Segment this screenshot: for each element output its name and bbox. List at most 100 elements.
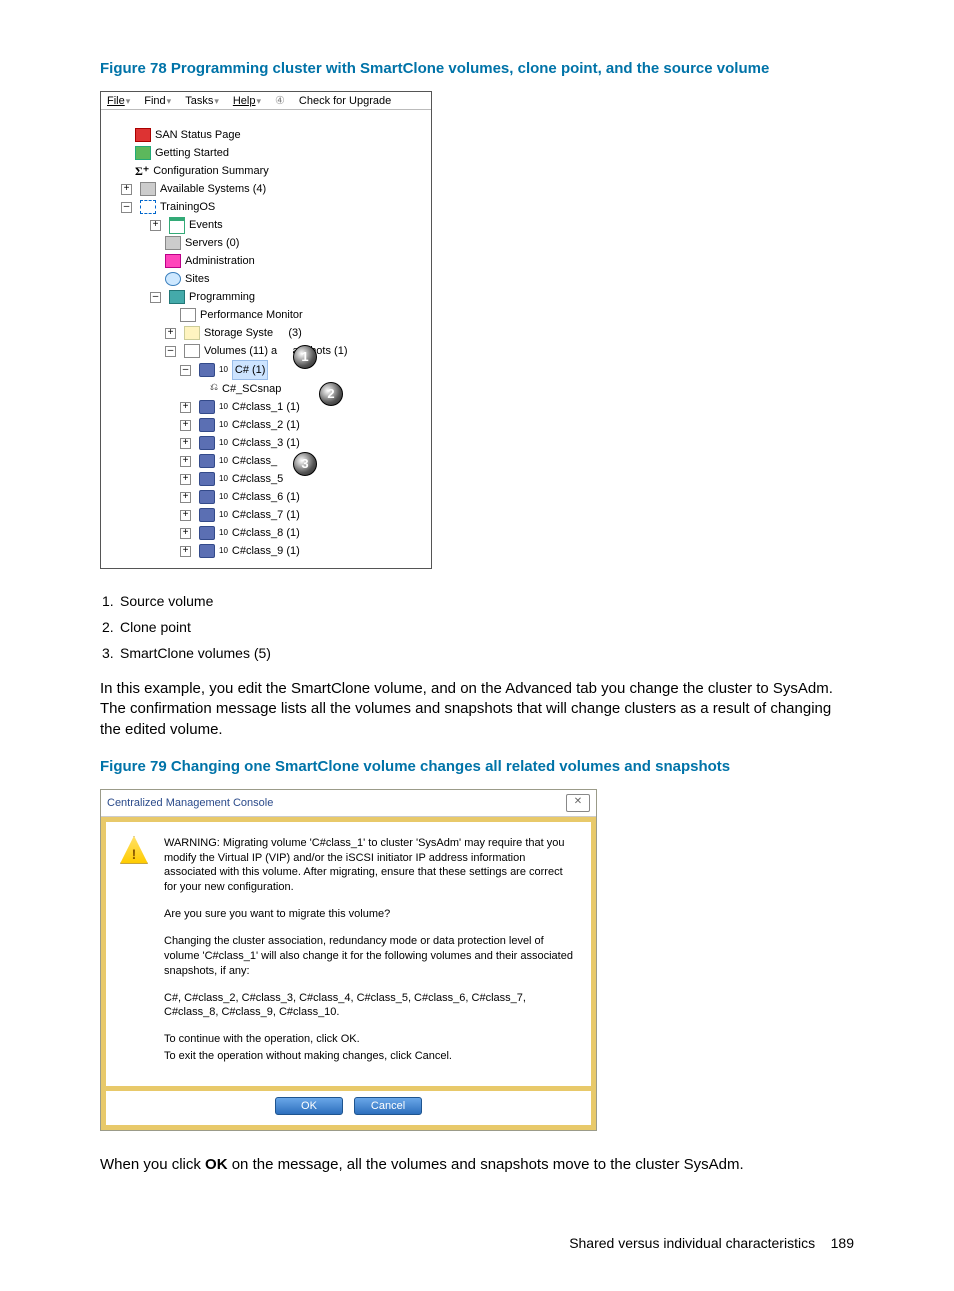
menu-help[interactable]: Help▾ [233, 95, 261, 107]
footer-label: Shared versus individual characteristics [569, 1235, 815, 1251]
legend-clone-point: Clone point [120, 619, 191, 635]
node-class4[interactable]: C#class_ [232, 452, 277, 470]
sigma-icon: Σ⁺ [135, 162, 149, 180]
dialog-p1: WARNING: Migrating volume 'C#class_1' to… [164, 836, 577, 895]
node-class7[interactable]: C#class_7 (1) [232, 506, 300, 524]
expand-toggle[interactable]: + [180, 528, 191, 539]
collapse-toggle[interactable]: – [180, 365, 191, 376]
figure78-title: Figure 78 Programming cluster with Smart… [100, 60, 854, 77]
expand-toggle[interactable]: + [180, 474, 191, 485]
dialog-p2: Are you sure you want to migrate this vo… [164, 907, 577, 922]
page-footer: Shared versus individual characteristics… [100, 1235, 854, 1251]
cluster-icon [169, 290, 185, 304]
node-san[interactable]: SAN Status Page [155, 126, 241, 144]
expand-toggle[interactable]: + [165, 328, 176, 339]
tree-view: SAN Status Page Getting Started Σ⁺Config… [101, 110, 431, 568]
figure79-title: Figure 79 Changing one SmartClone volume… [100, 758, 854, 775]
menu-find[interactable]: Find▾ [144, 95, 171, 107]
node-class9[interactable]: C#class_9 (1) [232, 542, 300, 560]
node-class8[interactable]: C#class_8 (1) [232, 524, 300, 542]
page-number: 189 [831, 1235, 854, 1251]
legend-source-volume: Source volume [120, 593, 213, 609]
volume-icon [199, 526, 215, 540]
node-programming[interactable]: Programming [189, 288, 255, 306]
dialog-p3: Changing the cluster association, redund… [164, 934, 577, 979]
node-csharp[interactable]: C# (1) [232, 360, 269, 380]
dialog-p6: To exit the operation without making cha… [164, 1049, 577, 1064]
expand-toggle[interactable]: + [121, 184, 132, 195]
ok-button[interactable]: OK [275, 1097, 343, 1115]
volume-icon [199, 400, 215, 414]
globe-icon [165, 272, 181, 286]
snapshot-icon: ⎌ [210, 380, 218, 398]
dialog-title: Centralized Management Console [107, 797, 273, 809]
arrow-icon [135, 146, 151, 160]
check-upgrade-icon: ④ [275, 94, 285, 107]
expand-toggle[interactable]: + [180, 546, 191, 557]
expand-toggle[interactable]: + [180, 438, 191, 449]
volume-icon [199, 454, 215, 468]
node-class6[interactable]: C#class_6 (1) [232, 488, 300, 506]
server-icon [165, 236, 181, 250]
house-icon [135, 128, 151, 142]
volume-icon [199, 490, 215, 504]
servers-icon [140, 182, 156, 196]
check-upgrade-label[interactable]: Check for Upgrade [299, 95, 391, 107]
volume-icon [199, 544, 215, 558]
node-events[interactable]: Events [189, 216, 223, 234]
warning-icon [120, 836, 148, 864]
node-class3[interactable]: C#class_3 (1) [232, 434, 300, 452]
collapse-toggle[interactable]: – [165, 346, 176, 357]
node-perf-monitor[interactable]: Performance Monitor [200, 306, 303, 324]
dialog-p4: C#, C#class_2, C#class_3, C#class_4, C#c… [164, 991, 577, 1021]
menubar: File▾ Find▾ Tasks▾ Help▾ ④ Check for Upg… [101, 92, 431, 110]
paragraph-example: In this example, you edit the SmartClone… [100, 679, 854, 740]
expand-toggle[interactable]: + [180, 456, 191, 467]
volume-icon [199, 508, 215, 522]
dialog-p5: To continue with the operation, click OK… [164, 1032, 577, 1047]
cancel-button[interactable]: Cancel [354, 1097, 422, 1115]
node-class1[interactable]: C#class_1 (1) [232, 398, 300, 416]
volumes-icon [184, 344, 200, 358]
document-icon [169, 217, 185, 234]
expand-toggle[interactable]: + [180, 510, 191, 521]
volume-icon [199, 363, 215, 377]
node-storage-systems[interactable]: Storage Syste (3) [204, 324, 302, 342]
figure79-dialog: Centralized Management Console ✕ WARNING… [100, 789, 597, 1131]
node-getting-started[interactable]: Getting Started [155, 144, 229, 162]
collapse-toggle[interactable]: – [121, 202, 132, 213]
callout-2: 2 [319, 382, 343, 406]
callout-1: 1 [293, 345, 317, 369]
callout-3: 3 [293, 452, 317, 476]
volume-icon [199, 436, 215, 450]
figure78-legend: 1.Source volume 2.Clone point 3.SmartClo… [100, 593, 854, 661]
expand-toggle[interactable]: + [180, 420, 191, 431]
node-scsnap[interactable]: C#_SCsnap [222, 380, 281, 398]
performance-icon [180, 308, 196, 322]
node-volumes[interactable]: Volumes (11) a apshots (1) [204, 342, 347, 360]
legend-smartclone-volumes: SmartClone volumes (5) [120, 645, 271, 661]
dialog-message: WARNING: Migrating volume 'C#class_1' to… [164, 836, 577, 1076]
volume-icon [199, 418, 215, 432]
node-servers[interactable]: Servers (0) [185, 234, 239, 252]
paragraph-result: When you click OK on the message, all th… [100, 1155, 854, 1175]
menu-file[interactable]: File▾ [107, 95, 130, 107]
training-icon [140, 200, 156, 214]
node-class2[interactable]: C#class_2 (1) [232, 416, 300, 434]
node-class5[interactable]: C#class_5 [232, 470, 283, 488]
node-sites[interactable]: Sites [185, 270, 209, 288]
menu-tasks[interactable]: Tasks▾ [185, 95, 219, 107]
expand-toggle[interactable]: + [150, 220, 161, 231]
storage-icon [184, 326, 200, 340]
collapse-toggle[interactable]: – [150, 292, 161, 303]
node-trainingos[interactable]: TrainingOS [160, 198, 215, 216]
expand-toggle[interactable]: + [180, 492, 191, 503]
node-available-systems[interactable]: Available Systems (4) [160, 180, 266, 198]
close-icon[interactable]: ✕ [566, 794, 590, 812]
figure78-screenshot: File▾ Find▾ Tasks▾ Help▾ ④ Check for Upg… [100, 91, 432, 569]
expand-toggle[interactable]: + [180, 402, 191, 413]
admin-icon [165, 254, 181, 268]
node-admin[interactable]: Administration [185, 252, 255, 270]
node-config-summary[interactable]: Configuration Summary [153, 162, 269, 180]
volume-icon [199, 472, 215, 486]
